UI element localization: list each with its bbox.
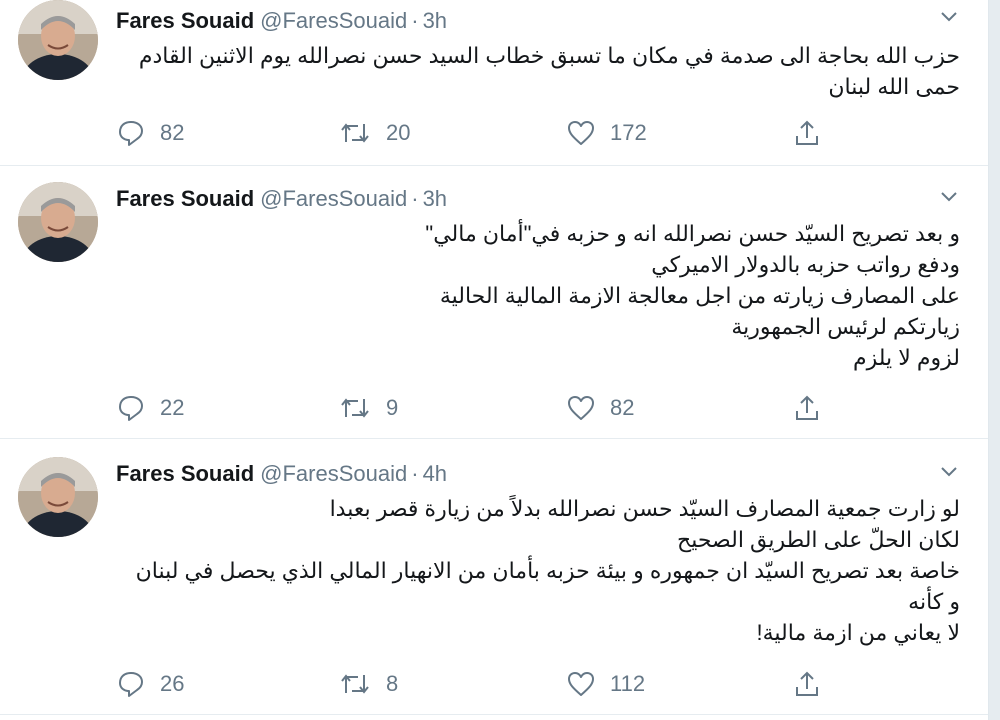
tweet-line: لا يعاني من ازمة مالية! [756,620,960,645]
like-button[interactable]: 112 [566,667,645,701]
like-button[interactable]: 82 [566,391,634,425]
timeline: Fares Souaid @FaresSouaid · 3h حزب الله بحا… [0,0,989,720]
avatar[interactable] [18,182,98,262]
tweet-line: على المصارف زيارته من اجل معالجة الازمة … [439,283,960,308]
tweet-line: لكان الحلّ على الطريق الصحيح [677,527,960,552]
tweet-header: Fares Souaid @FaresSouaid · 3h [116,6,447,36]
tweet-line: ودفع رواتب حزبه بالدولار الاميركي [651,252,960,277]
tweet-line: لزوم لا يلزم [852,345,960,370]
tweet-line: خاصة بعد تصريح السيّد ان جمهوره و بيئة ح… [135,558,960,583]
author-name[interactable]: Fares Souaid [116,8,254,33]
author-handle[interactable]: @FaresSouaid [260,186,407,211]
tweet[interactable]: Fares Souaid @FaresSouaid · 3h و بعد تصريح … [0,166,988,439]
separator: · [411,8,419,33]
retweet-button[interactable]: 9 [338,391,398,425]
like-count: 112 [610,671,646,696]
reply-button[interactable]: 22 [116,391,184,425]
author-name[interactable]: Fares Souaid [116,461,254,486]
share-icon[interactable] [790,667,824,701]
like-button[interactable]: 172 [566,116,647,150]
reply-icon [119,396,143,421]
like-count: 82 [610,395,635,420]
timestamp[interactable]: 3h [423,8,447,33]
retweet-button[interactable]: 8 [338,667,398,701]
tweet[interactable]: Fares Souaid @FaresSouaid · 3h حزب الله بحا… [0,0,988,166]
like-icon [568,396,594,420]
reply-button[interactable]: 26 [116,667,184,701]
chevron-down-icon[interactable] [934,459,964,485]
chevron-down-icon[interactable] [934,184,964,210]
like-icon [568,672,594,696]
retweet-icon [341,123,369,143]
separator: · [411,186,419,211]
reply-button[interactable]: 82 [116,116,184,150]
tweet-line: و كأنه [908,589,960,614]
retweet-count: 9 [386,395,399,420]
author-handle[interactable]: @FaresSouaid [260,461,407,486]
tweet[interactable]: Fares Souaid @FaresSouaid · 4h لو زارت جمعي… [0,439,988,715]
reply-count: 26 [160,671,185,696]
tweet-line: حمى الله لبنان [828,74,960,99]
chevron-down-icon[interactable] [934,4,964,30]
like-icon [568,121,594,145]
tweet-text: و بعد تصريح السيّد حسن نصرالله انه و حزب… [120,218,960,373]
like-count: 172 [610,120,647,145]
retweet-count: 20 [386,120,411,145]
timestamp[interactable]: 3h [423,186,447,211]
separator: · [411,461,419,486]
tweet-line: حزب الله بحاجة الى صدمة في مكان ما تسبق … [138,43,960,68]
tweet-text: حزب الله بحاجة الى صدمة في مكان ما تسبق … [120,40,960,102]
avatar[interactable] [18,457,98,537]
timestamp[interactable]: 4h [423,461,447,486]
author-name[interactable]: Fares Souaid [116,186,254,211]
tweet-line: و بعد تصريح السيّد حسن نصرالله انه و حزب… [425,221,960,246]
reply-icon [119,121,143,146]
avatar[interactable] [18,0,98,80]
tweet-header: Fares Souaid @FaresSouaid · 3h [116,184,447,214]
author-handle[interactable]: @FaresSouaid [260,8,407,33]
tweet-line: زيارتكم لرئيس الجمهورية [731,314,960,339]
tweet-line: لو زارت جمعية المصارف السيّد حسن نصرالله… [329,496,960,521]
retweet-count: 8 [386,671,399,696]
reply-icon [119,672,143,697]
retweet-icon [341,398,369,418]
reply-count: 82 [160,120,185,145]
share-icon[interactable] [790,116,824,150]
retweet-icon [341,674,369,694]
tweet-header: Fares Souaid @FaresSouaid · 4h [116,459,447,489]
retweet-button[interactable]: 20 [338,116,410,150]
tweet-text: لو زارت جمعية المصارف السيّد حسن نصرالله… [120,493,960,648]
share-icon[interactable] [790,391,824,425]
reply-count: 22 [160,395,185,420]
